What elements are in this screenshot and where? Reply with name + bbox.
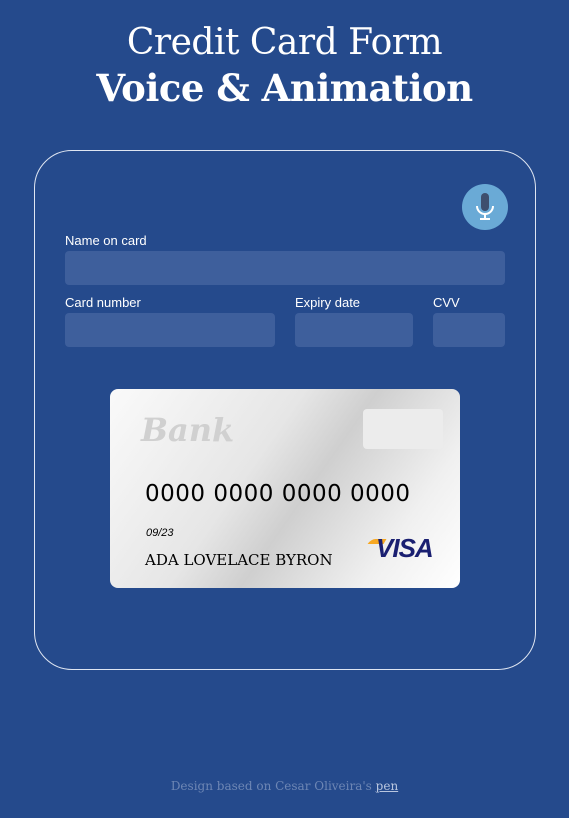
voice-input-button[interactable] — [462, 184, 508, 230]
name-label: Name on card — [65, 233, 147, 248]
pen-link[interactable]: pen — [376, 779, 399, 793]
card-holder-display: ADA LOVELACE BYRON — [145, 551, 333, 569]
card-number-input[interactable] — [65, 313, 275, 347]
page-subtitle: Voice & Animation — [96, 66, 473, 110]
footer-text: Design based on Cesar Oliveira's — [170, 779, 376, 793]
page-title: Credit Card Form — [126, 22, 443, 63]
card-chip — [363, 409, 443, 449]
microphone-icon — [476, 193, 494, 220]
visa-logo: VISA — [376, 533, 434, 563]
name-input[interactable] — [65, 251, 505, 285]
credit-card-preview: Bank 0000 0000 0000 0000 09/23 ADA LOVEL… — [110, 389, 460, 588]
cvv-label: CVV — [433, 295, 460, 310]
cvv-input[interactable] — [433, 313, 505, 347]
card-expiry-display: 09/23 — [146, 527, 174, 539]
footer: Design based on Cesar Oliveira's pen — [0, 779, 569, 793]
expiry-label: Expiry date — [295, 295, 361, 310]
bank-logo: Bank — [141, 411, 235, 449]
card-number-display: 0000 0000 0000 0000 — [145, 481, 411, 507]
expiry-input[interactable] — [295, 313, 413, 347]
card-number-label: Card number — [65, 295, 141, 310]
